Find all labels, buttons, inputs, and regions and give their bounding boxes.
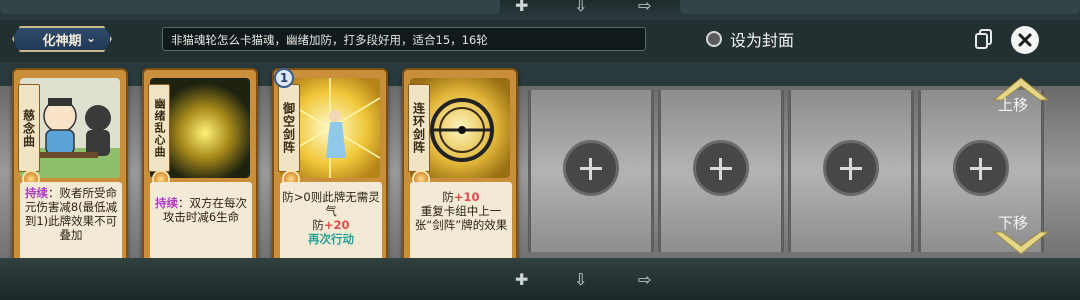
keyword-extra-action: 再次行动 bbox=[308, 232, 354, 246]
desc-prefix: 防 bbox=[312, 218, 324, 232]
empty-slot[interactable] bbox=[658, 90, 784, 252]
card-lianhuan-jianzhen[interactable]: 连环剑阵 防+10 重复卡组中上一张“剑阵”牌的效果 bbox=[402, 68, 518, 270]
defense-value: +10 bbox=[453, 190, 480, 204]
top-bar-right bbox=[680, 0, 1080, 14]
add-card-icon[interactable] bbox=[823, 140, 879, 196]
set-cover-toggle[interactable]: 设为封面 bbox=[706, 28, 794, 50]
chevron-down-icon: ⌄ bbox=[85, 31, 96, 45]
close-button[interactable] bbox=[1011, 26, 1039, 54]
empty-slot[interactable] bbox=[528, 90, 654, 252]
rank-label: 化神期 bbox=[42, 33, 82, 49]
keyword: 持续 bbox=[25, 186, 48, 200]
desc-line: 防>0则此牌无需灵气 bbox=[282, 190, 380, 218]
set-cover-label: 设为封面 bbox=[730, 31, 795, 50]
card-yukong-jianzhen[interactable]: 1 御空剑阵 防>0则此牌无需灵气 防+20 再次行动 bbox=[272, 68, 388, 270]
card-youxu[interactable]: 幽绪乱心曲 持续：双方在每次攻击时减6生命 bbox=[142, 68, 258, 270]
move-up-label: 上移 bbox=[998, 96, 1029, 114]
keyword: 持续 bbox=[155, 196, 178, 210]
import-icon[interactable]: ⇩ bbox=[574, 0, 587, 15]
card-description: 防+10 重复卡组中上一张“剑阵”牌的效果 bbox=[410, 182, 512, 262]
card-cinianqu[interactable]: 慈念曲 持续：败者所受命元伤害减8(最低减到1)此牌效果不可叠加 bbox=[12, 68, 128, 270]
import-icon[interactable]: ⇩ bbox=[574, 270, 587, 289]
card-description: 持续：败者所受命元伤害减8(最低减到1)此牌效果不可叠加 bbox=[20, 182, 122, 262]
radio-icon[interactable] bbox=[706, 31, 722, 47]
card-name: 幽绪乱心曲 bbox=[148, 84, 170, 172]
cost-badge: 1 bbox=[274, 68, 294, 88]
card-description: 持续：双方在每次攻击时减6生命 bbox=[150, 182, 252, 262]
desc-line: 重复卡组中上一张“剑阵”牌的效果 bbox=[414, 204, 508, 232]
card-name: 御空剑阵 bbox=[278, 84, 300, 172]
add-card-icon[interactable] bbox=[953, 140, 1009, 196]
card-name: 连环剑阵 bbox=[408, 84, 430, 172]
close-icon bbox=[1018, 33, 1032, 47]
desc-line: 防+10 bbox=[410, 190, 512, 204]
add-icon[interactable]: ✚ bbox=[515, 0, 528, 15]
add-icon[interactable]: ✚ bbox=[515, 270, 528, 289]
empty-slot[interactable] bbox=[788, 90, 914, 252]
desc-line: 防+20 bbox=[280, 218, 382, 232]
copy-icon bbox=[975, 29, 992, 49]
bottom-strip: ✚ ⇩ ⇨ bbox=[0, 258, 1080, 300]
card-description: 防>0则此牌无需灵气 防+20 再次行动 bbox=[280, 182, 382, 262]
top-bar-left bbox=[0, 0, 500, 14]
top-strip: ✚ ⇩ ⇨ bbox=[0, 0, 1080, 20]
defense-value: +20 bbox=[323, 218, 350, 232]
rank-dropdown[interactable]: 化神期 ⌄ bbox=[12, 26, 112, 52]
copy-button[interactable] bbox=[974, 28, 994, 50]
add-card-icon[interactable] bbox=[693, 140, 749, 196]
deck-description-input[interactable]: 非猫魂轮怎么卡猫魂，幽绪加防，打多段好用，适合15，16轮 bbox=[162, 27, 646, 51]
export-icon[interactable]: ⇨ bbox=[638, 0, 651, 15]
add-card-icon[interactable] bbox=[563, 140, 619, 196]
card-name: 慈念曲 bbox=[18, 84, 40, 172]
export-icon[interactable]: ⇨ bbox=[638, 270, 651, 289]
desc-prefix: 防 bbox=[442, 190, 454, 204]
